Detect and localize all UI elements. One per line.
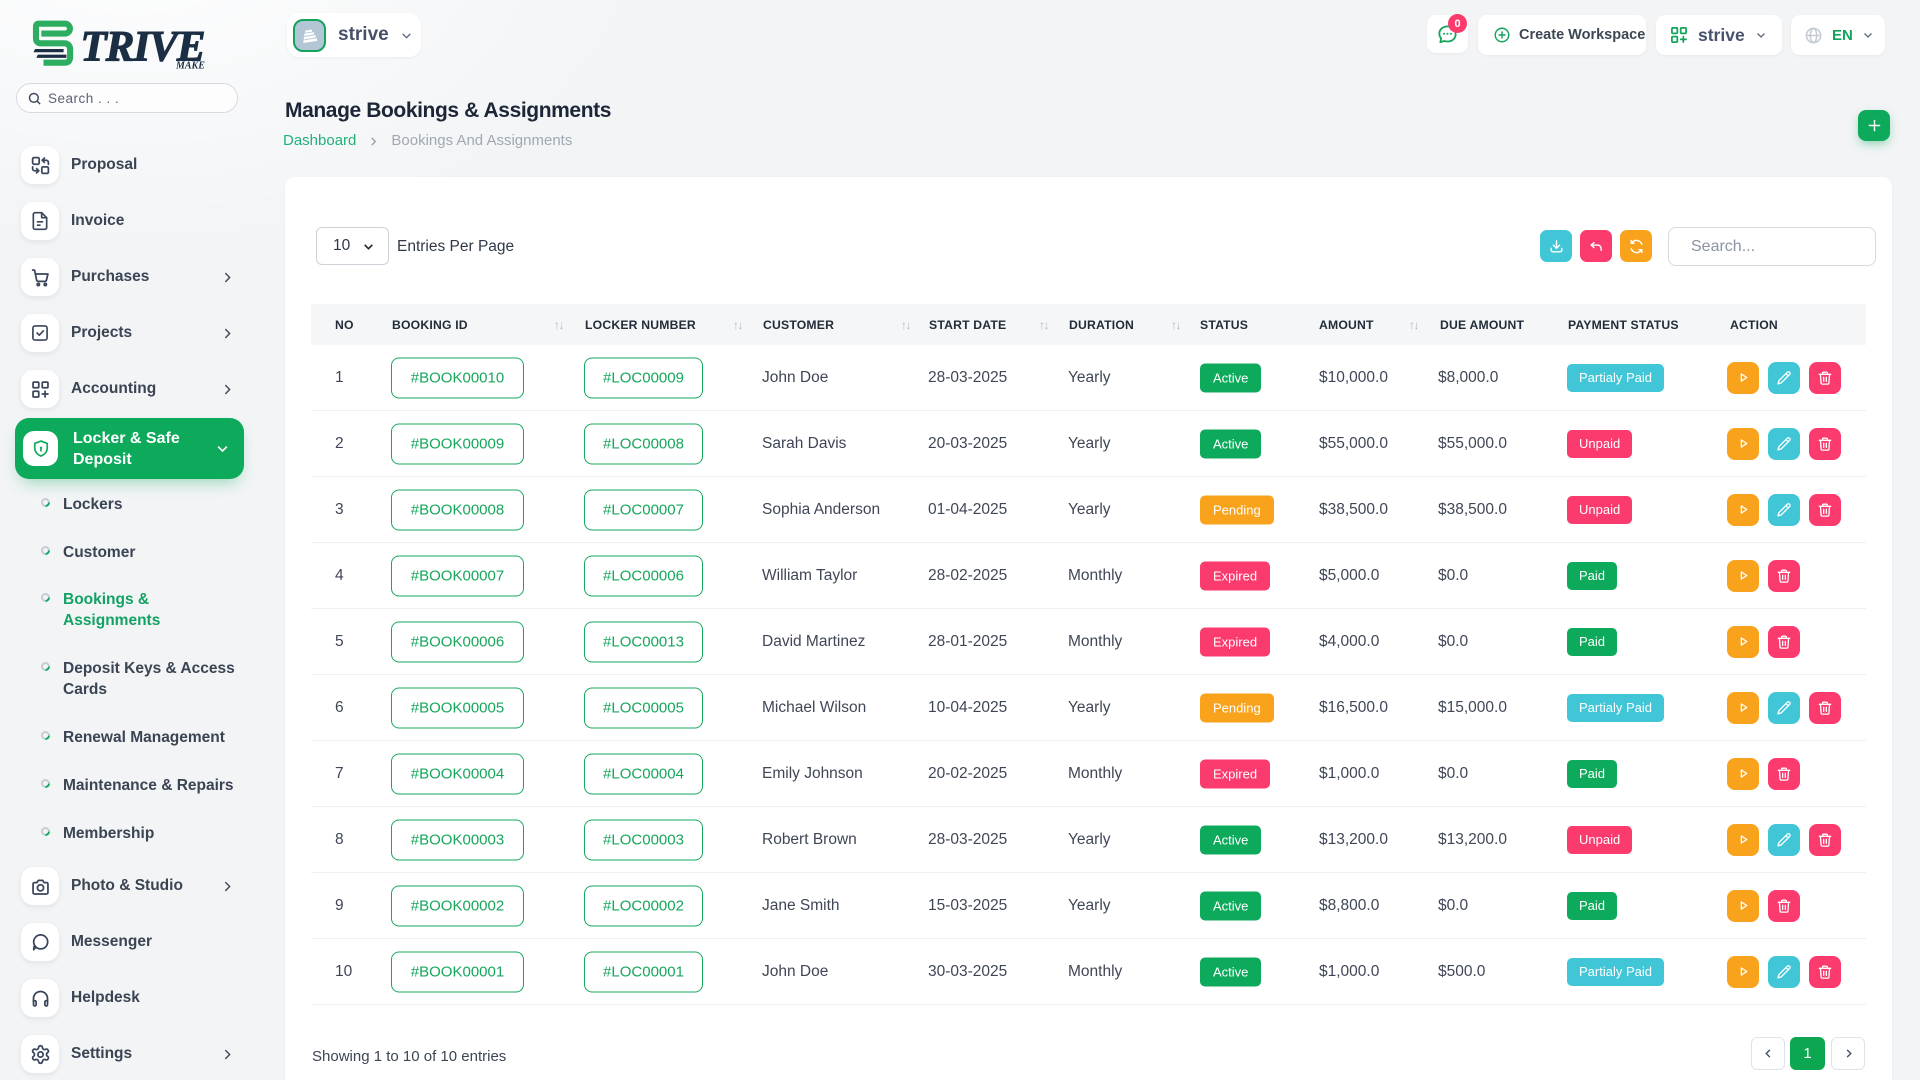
svg-text:MAKE: MAKE: [175, 61, 205, 72]
